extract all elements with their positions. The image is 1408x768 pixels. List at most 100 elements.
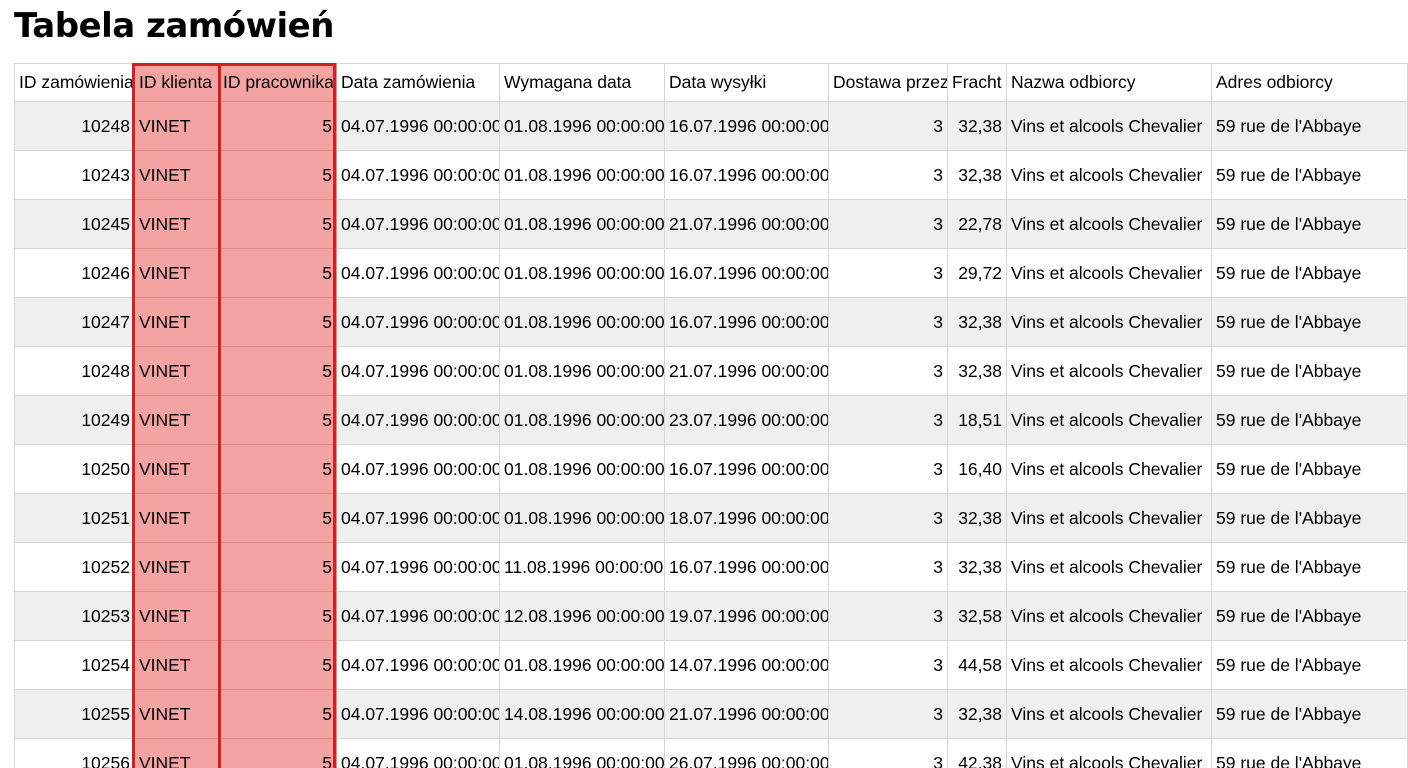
cell-ship-address: 59 rue de l'Abbaye (1211, 199, 1408, 249)
orders-table-container: ID zamówienia ID klienta ID pracownika Data… (14, 63, 1408, 768)
cell-ship-address: 59 rue de l'Abbaye (1211, 689, 1408, 739)
column-header-shipped-date[interactable]: Data wysyłki (664, 63, 829, 102)
table-row[interactable]: 10243 VINET 5 04.07.1996 00:00:00 01.08.1996… (14, 150, 1408, 200)
cell-shipped-date: 16.07.1996 00:00:00 (664, 444, 829, 494)
column-header-ship-address[interactable]: Adres odbiorcy (1211, 63, 1408, 102)
table-row[interactable]: 10245 VINET 5 04.07.1996 00:00:00 01.08.1996… (14, 199, 1408, 249)
cell-ship-via: 3 (828, 542, 948, 592)
cell-shipped-date: 19.07.1996 00:00:00 (664, 591, 829, 641)
cell-required-date: 01.08.1996 00:00:00 (499, 493, 665, 543)
cell-ship-address: 59 rue de l'Abbaye (1211, 101, 1408, 151)
cell-ship-via: 3 (828, 444, 948, 494)
cell-order-id: 10248 (14, 346, 135, 396)
cell-required-date: 01.08.1996 00:00:00 (499, 248, 665, 298)
cell-ship-address: 59 rue de l'Abbaye (1211, 248, 1408, 298)
cell-shipped-date: 21.07.1996 00:00:00 (664, 346, 829, 396)
table-row[interactable]: 10248 VINET 5 04.07.1996 00:00:00 01.08.1996… (14, 101, 1408, 151)
cell-employee-id: 5 (218, 248, 337, 298)
column-header-required-date[interactable]: Wymagana data (499, 63, 665, 102)
cell-shipped-date: 16.07.1996 00:00:00 (664, 542, 829, 592)
cell-required-date: 01.08.1996 00:00:00 (499, 738, 665, 768)
cell-order-id: 10253 (14, 591, 135, 641)
cell-order-date: 04.07.1996 00:00:00 (336, 150, 500, 200)
cell-employee-id: 5 (218, 689, 337, 739)
orders-table: ID zamówienia ID klienta ID pracownika Data… (14, 63, 1408, 768)
cell-order-id: 10251 (14, 493, 135, 543)
cell-shipped-date: 16.07.1996 00:00:00 (664, 297, 829, 347)
cell-ship-name: Vins et alcools Chevalier (1006, 738, 1212, 768)
cell-ship-address: 59 rue de l'Abbaye (1211, 738, 1408, 768)
table-row[interactable]: 10253 VINET 5 04.07.1996 00:00:00 12.08.1996… (14, 591, 1408, 641)
cell-order-id: 10254 (14, 640, 135, 690)
cell-customer-id: VINET (134, 689, 219, 739)
cell-employee-id: 5 (218, 640, 337, 690)
cell-order-id: 10255 (14, 689, 135, 739)
table-row[interactable]: 10246 VINET 5 04.07.1996 00:00:00 01.08.1996… (14, 248, 1408, 298)
cell-ship-via: 3 (828, 591, 948, 641)
cell-order-id: 10252 (14, 542, 135, 592)
cell-employee-id: 5 (218, 738, 337, 768)
cell-ship-via: 3 (828, 395, 948, 445)
cell-order-date: 04.07.1996 00:00:00 (336, 689, 500, 739)
cell-order-id: 10243 (14, 150, 135, 200)
column-header-employee-id[interactable]: ID pracownika (218, 63, 337, 102)
cell-order-id: 10256 (14, 738, 135, 768)
cell-ship-address: 59 rue de l'Abbaye (1211, 444, 1408, 494)
column-header-ship-name[interactable]: Nazwa odbiorcy (1006, 63, 1212, 102)
cell-freight: 32,38 (947, 346, 1007, 396)
cell-required-date: 11.08.1996 00:00:00 (499, 542, 665, 592)
cell-customer-id: VINET (134, 101, 219, 151)
table-row[interactable]: 10248 VINET 5 04.07.1996 00:00:00 01.08.1996… (14, 346, 1408, 396)
cell-order-date: 04.07.1996 00:00:00 (336, 591, 500, 641)
cell-ship-name: Vins et alcools Chevalier (1006, 248, 1212, 298)
cell-customer-id: VINET (134, 640, 219, 690)
cell-ship-via: 3 (828, 248, 948, 298)
table-header-row: ID zamówienia ID klienta ID pracownika Data… (14, 63, 1408, 102)
column-header-order-id[interactable]: ID zamówienia (14, 63, 135, 102)
cell-customer-id: VINET (134, 346, 219, 396)
column-header-order-date[interactable]: Data zamówienia (336, 63, 500, 102)
cell-required-date: 01.08.1996 00:00:00 (499, 640, 665, 690)
cell-customer-id: VINET (134, 248, 219, 298)
table-row[interactable]: 10249 VINET 5 04.07.1996 00:00:00 01.08.1996… (14, 395, 1408, 445)
table-row[interactable]: 10250 VINET 5 04.07.1996 00:00:00 01.08.1996… (14, 444, 1408, 494)
cell-ship-address: 59 rue de l'Abbaye (1211, 591, 1408, 641)
cell-ship-via: 3 (828, 346, 948, 396)
cell-employee-id: 5 (218, 395, 337, 445)
table-row[interactable]: 10251 VINET 5 04.07.1996 00:00:00 01.08.1996… (14, 493, 1408, 543)
cell-ship-name: Vins et alcools Chevalier (1006, 297, 1212, 347)
cell-required-date: 01.08.1996 00:00:00 (499, 395, 665, 445)
cell-ship-name: Vins et alcools Chevalier (1006, 591, 1212, 641)
cell-required-date: 01.08.1996 00:00:00 (499, 346, 665, 396)
cell-order-date: 04.07.1996 00:00:00 (336, 738, 500, 768)
cell-ship-address: 59 rue de l'Abbaye (1211, 395, 1408, 445)
column-header-customer-id[interactable]: ID klienta (134, 63, 219, 102)
table-row[interactable]: 10252 VINET 5 04.07.1996 00:00:00 11.08.1996… (14, 542, 1408, 592)
cell-order-date: 04.07.1996 00:00:00 (336, 199, 500, 249)
table-row[interactable]: 10247 VINET 5 04.07.1996 00:00:00 01.08.1996… (14, 297, 1408, 347)
cell-shipped-date: 21.07.1996 00:00:00 (664, 689, 829, 739)
cell-order-date: 04.07.1996 00:00:00 (336, 346, 500, 396)
cell-freight: 22,78 (947, 199, 1007, 249)
cell-ship-address: 59 rue de l'Abbaye (1211, 640, 1408, 690)
cell-required-date: 01.08.1996 00:00:00 (499, 199, 665, 249)
cell-freight: 18,51 (947, 395, 1007, 445)
cell-ship-address: 59 rue de l'Abbaye (1211, 297, 1408, 347)
cell-ship-via: 3 (828, 493, 948, 543)
cell-required-date: 01.08.1996 00:00:00 (499, 101, 665, 151)
cell-ship-name: Vins et alcools Chevalier (1006, 640, 1212, 690)
cell-order-id: 10249 (14, 395, 135, 445)
table-row[interactable]: 10255 VINET 5 04.07.1996 00:00:00 14.08.1996… (14, 689, 1408, 739)
table-row[interactable]: 10254 VINET 5 04.07.1996 00:00:00 01.08.1996… (14, 640, 1408, 690)
cell-freight: 44,58 (947, 640, 1007, 690)
cell-ship-name: Vins et alcools Chevalier (1006, 101, 1212, 151)
cell-ship-address: 59 rue de l'Abbaye (1211, 346, 1408, 396)
cell-freight: 32,38 (947, 542, 1007, 592)
cell-employee-id: 5 (218, 542, 337, 592)
column-header-freight[interactable]: Fracht (947, 63, 1007, 102)
cell-freight: 32,38 (947, 297, 1007, 347)
cell-order-date: 04.07.1996 00:00:00 (336, 248, 500, 298)
cell-employee-id: 5 (218, 297, 337, 347)
table-row[interactable]: 10256 VINET 5 04.07.1996 00:00:00 01.08.1996… (14, 738, 1408, 768)
column-header-ship-via[interactable]: Dostawa przez (828, 63, 948, 102)
